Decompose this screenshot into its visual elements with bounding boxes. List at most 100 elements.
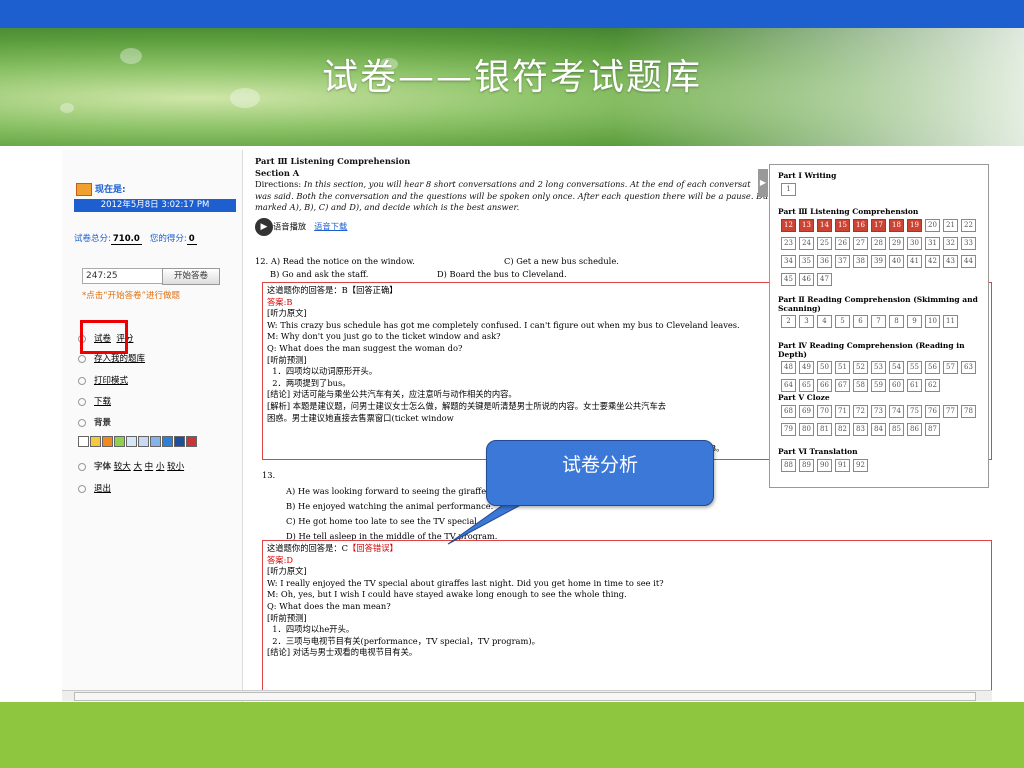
font-option-small[interactable]: 小 <box>156 462 165 472</box>
nav-question-cell[interactable]: 37 <box>835 255 850 268</box>
nav-question-cell[interactable]: 15 <box>835 219 850 232</box>
nav-question-cell[interactable]: 35 <box>799 255 814 268</box>
background-swatch[interactable] <box>186 436 197 447</box>
nav-question-cell[interactable]: 49 <box>799 361 814 374</box>
nav-question-cell[interactable]: 33 <box>961 237 976 250</box>
start-exam-button[interactable]: 开始答卷 <box>162 268 220 285</box>
nav-question-cell[interactable]: 50 <box>817 361 832 374</box>
nav-question-cell[interactable]: 10 <box>925 315 940 328</box>
nav-question-cell[interactable]: 70 <box>817 405 832 418</box>
nav-question-cell[interactable]: 75 <box>907 405 922 418</box>
nav-question-cell[interactable]: 63 <box>961 361 976 374</box>
nav-question-cell[interactable]: 31 <box>925 237 940 250</box>
nav-question-cell[interactable]: 24 <box>799 237 814 250</box>
nav-question-cell[interactable]: 56 <box>925 361 940 374</box>
timer-field[interactable]: 247:25 <box>82 268 163 284</box>
nav-question-cell[interactable]: 71 <box>835 405 850 418</box>
nav-question-cell[interactable]: 30 <box>907 237 922 250</box>
nav-question-cell[interactable]: 89 <box>799 459 814 472</box>
nav-question-cell[interactable]: 62 <box>925 379 940 392</box>
background-swatch[interactable] <box>138 436 149 447</box>
font-option-larger[interactable]: 较大 <box>114 462 131 472</box>
nav-question-cell[interactable]: 4 <box>817 315 832 328</box>
nav-question-cell[interactable]: 32 <box>943 237 958 250</box>
nav-question-cell[interactable]: 91 <box>835 459 850 472</box>
nav-question-cell[interactable]: 9 <box>907 315 922 328</box>
nav-question-cell[interactable]: 61 <box>907 379 922 392</box>
nav-question-cell[interactable]: 38 <box>853 255 868 268</box>
nav-question-cell[interactable]: 12 <box>781 219 796 232</box>
nav-question-cell[interactable]: 29 <box>889 237 904 250</box>
nav-question-cell[interactable]: 66 <box>817 379 832 392</box>
background-swatch[interactable] <box>174 436 185 447</box>
nav-question-cell[interactable]: 42 <box>925 255 940 268</box>
background-swatch[interactable] <box>102 436 113 447</box>
nav-question-cell[interactable]: 45 <box>781 273 796 286</box>
audio-download-link[interactable]: 语音下载 <box>314 221 347 231</box>
exit-link[interactable]: 退出 <box>78 482 111 494</box>
nav-question-cell[interactable]: 21 <box>943 219 958 232</box>
nav-question-cell[interactable]: 53 <box>871 361 886 374</box>
nav-question-cell[interactable]: 90 <box>817 459 832 472</box>
nav-question-cell[interactable]: 20 <box>925 219 940 232</box>
q12-option-d[interactable]: D) Board the bus to Cleveland. <box>437 269 567 279</box>
nav-question-cell[interactable]: 36 <box>817 255 832 268</box>
nav-question-cell[interactable]: 58 <box>853 379 868 392</box>
scrollbar-thumb[interactable] <box>74 692 976 701</box>
nav-question-cell[interactable]: 88 <box>781 459 796 472</box>
background-swatch[interactable] <box>150 436 161 447</box>
nav-question-cell[interactable]: 72 <box>853 405 868 418</box>
nav-question-cell[interactable]: 7 <box>871 315 886 328</box>
background-swatch[interactable] <box>126 436 137 447</box>
nav-question-cell[interactable]: 86 <box>907 423 922 436</box>
font-option-smaller[interactable]: 较小 <box>167 462 184 472</box>
nav-question-cell[interactable]: 69 <box>799 405 814 418</box>
q12-option-c[interactable]: C) Get a new bus schedule. <box>504 256 619 266</box>
background-swatch[interactable] <box>114 436 125 447</box>
nav-question-cell[interactable]: 57 <box>943 361 958 374</box>
nav-question-cell[interactable]: 28 <box>871 237 886 250</box>
menu-item-print[interactable]: 打印模式 <box>78 374 128 386</box>
background-swatch[interactable] <box>162 436 173 447</box>
menu-item-download[interactable]: 下载 <box>78 395 111 407</box>
nav-question-cell[interactable]: 18 <box>889 219 904 232</box>
nav-question-cell[interactable]: 78 <box>961 405 976 418</box>
nav-question-cell[interactable]: 52 <box>853 361 868 374</box>
nav-question-cell[interactable]: 11 <box>943 315 958 328</box>
nav-question-cell[interactable]: 55 <box>907 361 922 374</box>
nav-question-cell[interactable]: 48 <box>781 361 796 374</box>
menu-item-save[interactable]: 存入我的题库 <box>78 352 145 364</box>
nav-question-cell[interactable]: 83 <box>853 423 868 436</box>
nav-question-cell[interactable]: 22 <box>961 219 976 232</box>
nav-question-cell[interactable]: 92 <box>853 459 868 472</box>
nav-question-cell[interactable]: 16 <box>853 219 868 232</box>
nav-question-cell[interactable]: 43 <box>943 255 958 268</box>
nav-question-cell[interactable]: 82 <box>835 423 850 436</box>
nav-question-cell[interactable]: 26 <box>835 237 850 250</box>
nav-question-cell[interactable]: 17 <box>871 219 886 232</box>
nav-question-cell[interactable]: 47 <box>817 273 832 286</box>
nav-question-cell[interactable]: 44 <box>961 255 976 268</box>
nav-question-cell[interactable]: 6 <box>853 315 868 328</box>
nav-question-cell[interactable]: 1 <box>781 183 796 196</box>
q12-option-b[interactable]: B) Go and ask the staff. <box>270 269 368 279</box>
nav-question-cell[interactable]: 81 <box>817 423 832 436</box>
background-swatch[interactable] <box>78 436 89 447</box>
nav-question-cell[interactable]: 76 <box>925 405 940 418</box>
nav-question-cell[interactable]: 2 <box>781 315 796 328</box>
nav-question-cell[interactable]: 80 <box>799 423 814 436</box>
nav-question-cell[interactable]: 51 <box>835 361 850 374</box>
nav-question-cell[interactable]: 65 <box>799 379 814 392</box>
nav-question-cell[interactable]: 39 <box>871 255 886 268</box>
collapse-tab-icon[interactable]: ▶ <box>758 169 768 197</box>
font-option-large[interactable]: 大 <box>133 462 142 472</box>
nav-question-cell[interactable]: 67 <box>835 379 850 392</box>
play-icon[interactable]: ▶ <box>255 217 273 236</box>
nav-question-cell[interactable]: 84 <box>871 423 886 436</box>
q13-option-a[interactable]: A) He was looking forward to seeing the … <box>286 486 490 496</box>
nav-question-cell[interactable]: 27 <box>853 237 868 250</box>
nav-question-cell[interactable]: 14 <box>817 219 832 232</box>
nav-question-cell[interactable]: 54 <box>889 361 904 374</box>
nav-question-cell[interactable]: 87 <box>925 423 940 436</box>
background-swatch[interactable] <box>90 436 101 447</box>
